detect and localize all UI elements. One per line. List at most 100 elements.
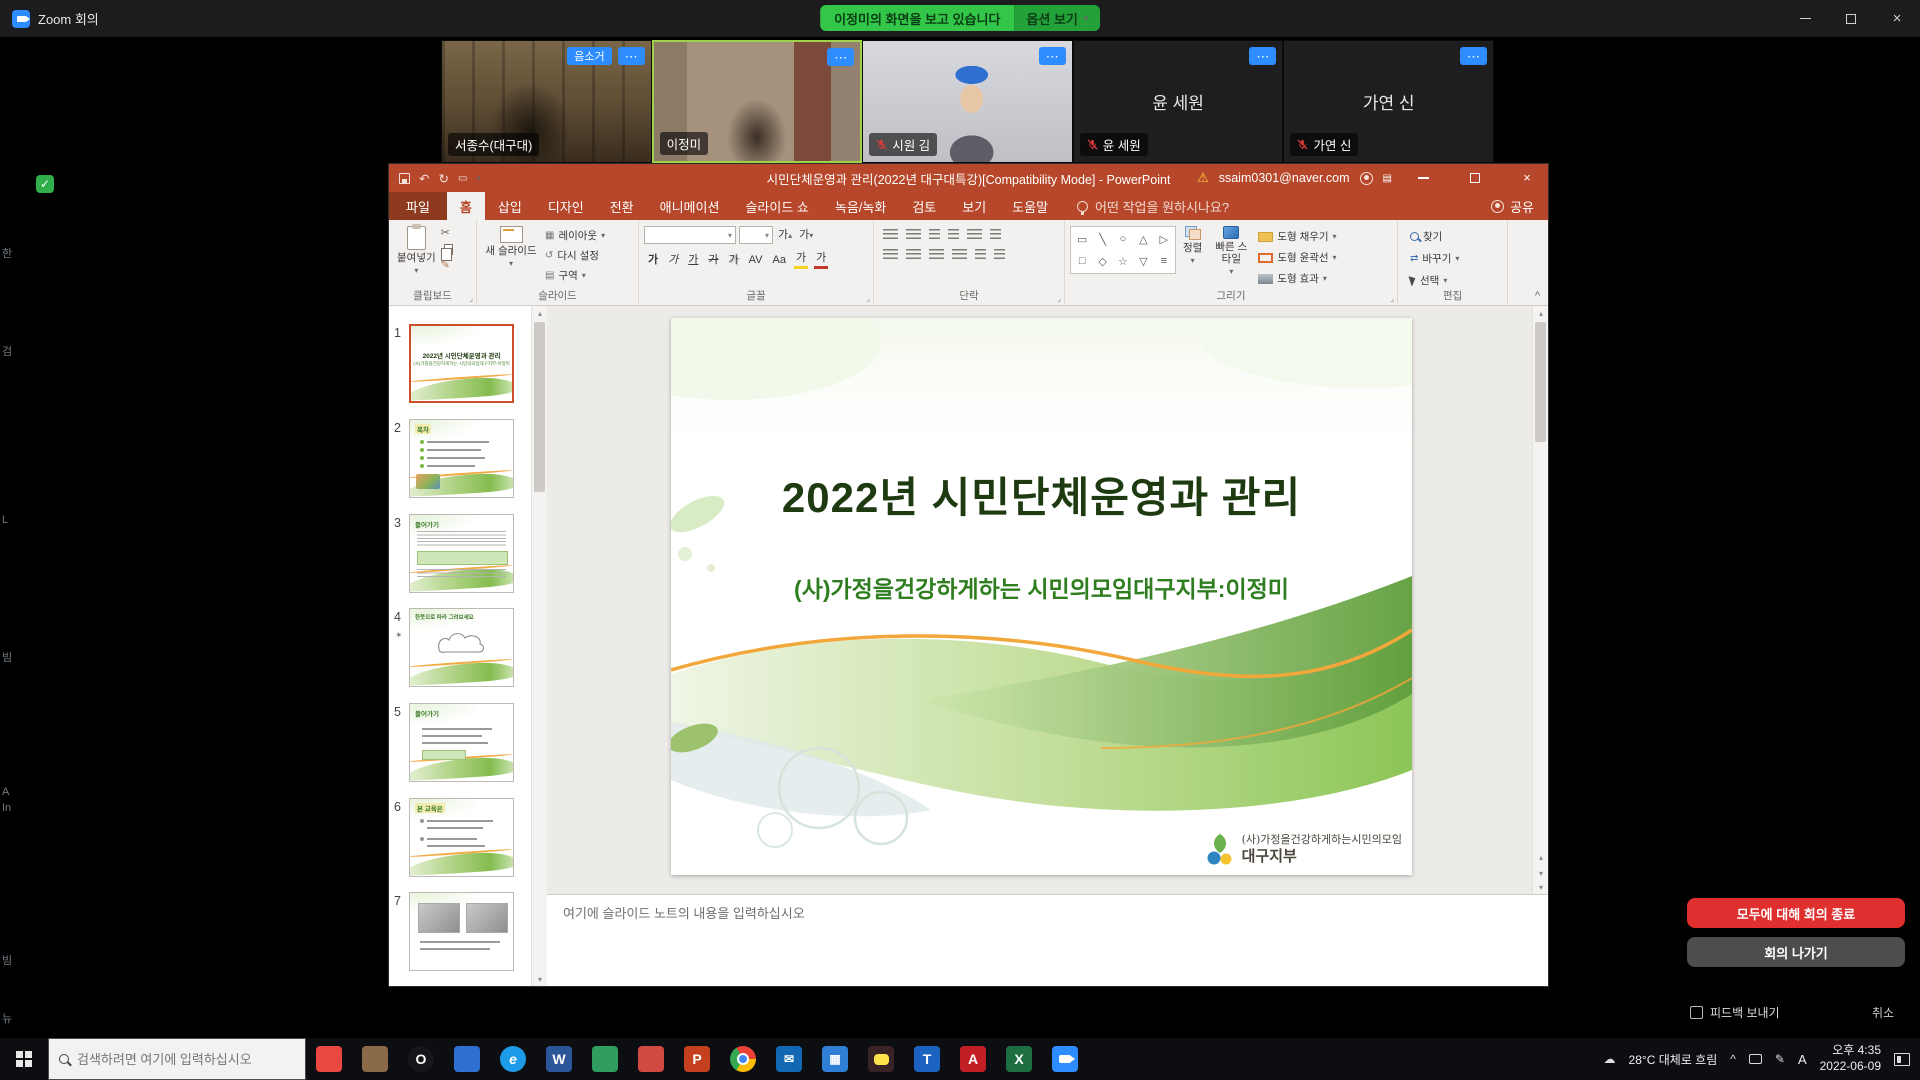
bold-button[interactable]: 가 (646, 252, 660, 268)
shape-outline-button[interactable]: 도형 윤곽선▾ (1255, 249, 1339, 266)
shape-effects-button[interactable]: 도형 효과▾ (1255, 270, 1339, 287)
acrobat-icon[interactable]: A (950, 1038, 996, 1080)
scroll-down-icon[interactable]: ▾ (1533, 880, 1549, 894)
pen-icon[interactable]: ✎ (1775, 1052, 1785, 1066)
taskbar-search[interactable] (48, 1038, 306, 1080)
line-spacing-icon[interactable] (967, 229, 982, 240)
participant-menu-button[interactable]: ⋯ (827, 48, 854, 66)
slide-4-thumbnail[interactable]: 한붓으로 따라 그려보세요 (409, 608, 514, 687)
tab-file[interactable]: 파일 (389, 192, 447, 220)
account-avatar-icon[interactable] (1360, 172, 1373, 185)
tab-animations[interactable]: 애니메이션 (647, 192, 733, 220)
view-options-button[interactable]: 옵션 보기 ▾ (1014, 5, 1099, 31)
align-center-icon[interactable] (906, 249, 921, 260)
slide-7-thumbnail[interactable] (409, 892, 514, 971)
participant-tile[interactable]: ⋯ 윤 세원 윤 세원 (1073, 40, 1284, 163)
tab-review[interactable]: 검토 (899, 192, 949, 220)
quick-styles-button[interactable]: 빠른 스타일 ▾ (1207, 223, 1255, 289)
tab-help[interactable]: 도움말 (999, 192, 1061, 220)
word-icon[interactable]: W (536, 1038, 582, 1080)
edge-icon[interactable]: e (490, 1038, 536, 1080)
slide-1-thumbnail[interactable]: 2022년 시민단체운영과 관리 (사)가정을건강하게하는 시민의모임대구지부:… (409, 324, 514, 403)
slide-5-thumbnail[interactable]: 들어가기 (409, 703, 514, 782)
format-painter-icon[interactable]: ✎ (441, 260, 453, 271)
slide-thumbnail-item[interactable]: 6 본 교육은 (389, 798, 531, 888)
chrome-icon[interactable] (720, 1038, 766, 1080)
ribbon-display-options-icon[interactable]: ▤ (1383, 173, 1392, 184)
highlight-color-button[interactable]: 가 (794, 250, 808, 269)
new-slide-button[interactable]: 새 슬라이드 ▾ (480, 223, 542, 284)
qat-customize-icon[interactable]: ▾ (476, 174, 480, 183)
tell-me-search[interactable]: 어떤 작업을 원하시나요? (1077, 192, 1229, 220)
weather-label[interactable]: 28°C 대체로 흐림 (1629, 1051, 1718, 1068)
excel-icon[interactable]: X (996, 1038, 1042, 1080)
participant-tile[interactable]: ⋯ 이정미 (652, 40, 863, 163)
show-hidden-icons[interactable]: ^ (1730, 1052, 1736, 1066)
thumbnail-panel-scrollbar[interactable]: ▴ ▾ (531, 306, 547, 986)
section-button[interactable]: ▤구역▾ (542, 267, 608, 284)
tab-design[interactable]: 디자인 (535, 192, 597, 220)
select-button[interactable]: 선택▾ (1407, 272, 1498, 289)
tab-home[interactable]: 홈 (447, 192, 485, 220)
slide-6-thumbnail[interactable]: 본 교육은 (409, 798, 514, 877)
participant-menu-button[interactable]: ⋯ (1039, 47, 1066, 65)
participant-tile[interactable]: 음소거 ⋯ 서종수(대구대) (441, 40, 652, 163)
antivirus-app-icon[interactable] (306, 1038, 352, 1080)
decrease-font-size-button[interactable]: 가▾ (797, 227, 815, 244)
start-button[interactable] (0, 1038, 48, 1080)
notes-pane[interactable]: 여기에 슬라이드 노트의 내용을 입력하십시오 (547, 894, 1548, 986)
dialog-launcher-icon[interactable]: ⌟ (469, 294, 473, 303)
cancel-button[interactable]: 취소 (1872, 1004, 1894, 1021)
opera-icon[interactable]: O (398, 1038, 444, 1080)
italic-button[interactable]: 가 (666, 252, 680, 268)
underline-button[interactable]: 가 (686, 252, 700, 268)
bullets-icon[interactable] (883, 229, 898, 240)
tab-transitions[interactable]: 전환 (597, 192, 647, 220)
share-button[interactable]: 공유 (1477, 192, 1548, 220)
scroll-up-icon[interactable]: ▴ (1533, 306, 1549, 320)
dialog-launcher-icon[interactable]: ⌟ (1390, 294, 1394, 303)
close-button[interactable]: × (1874, 0, 1920, 37)
layout-button[interactable]: ▦레이아웃▾ (542, 227, 608, 244)
font-name-combobox[interactable]: ▾ (644, 226, 736, 244)
weather-cloud-icon[interactable]: ☁ (1604, 1052, 1616, 1066)
kakaotalk-icon[interactable] (858, 1038, 904, 1080)
align-left-icon[interactable] (883, 249, 898, 260)
participant-tile[interactable]: ⋯ 가연 신 가연 신 (1283, 40, 1494, 163)
font-color-button[interactable]: 가 (814, 250, 828, 269)
slide-subtitle[interactable]: (사)가정을건강하게하는 시민의모임대구지부:이정미 (671, 570, 1412, 604)
slide-thumbnail-item[interactable]: 7 (389, 892, 531, 982)
slide-thumbnail-item[interactable]: 5 들어가기 (389, 703, 531, 793)
next-slide-icon[interactable]: ▾ (1533, 866, 1549, 880)
increase-font-size-button[interactable]: 가▴ (776, 227, 794, 244)
character-spacing-button[interactable]: AV (747, 252, 765, 268)
tab-insert[interactable]: 삽입 (485, 192, 535, 220)
tab-record[interactable]: 녹음/녹화 (822, 192, 899, 220)
feedback-checkbox[interactable] (1690, 1006, 1703, 1019)
start-slideshow-icon[interactable]: ▭ (458, 173, 467, 184)
find-button[interactable]: 찾기 (1407, 228, 1498, 245)
slide-3-thumbnail[interactable]: 들어가기 (409, 514, 514, 593)
green-app-icon[interactable] (582, 1038, 628, 1080)
leave-meeting-button[interactable]: 회의 나가기 (1687, 937, 1905, 967)
slide-thumbnail-item[interactable]: 1 2022년 시민단체운영과 관리 (사)가정을건강하게하는 시민의모임대구지… (389, 324, 531, 414)
save-icon[interactable] (399, 173, 410, 184)
strikethrough-button[interactable]: 가 (706, 252, 720, 268)
redo-icon[interactable]: ↻ (438, 171, 448, 186)
justify-icon[interactable] (952, 249, 967, 260)
blue-app-icon[interactable]: T (904, 1038, 950, 1080)
zoom-app-taskbar-icon[interactable] (1042, 1038, 1088, 1080)
shape-fill-button[interactable]: 도형 채우기▾ (1255, 228, 1339, 245)
align-right-icon[interactable] (929, 249, 944, 260)
slide-2-thumbnail[interactable]: 목차 (409, 419, 514, 498)
slide-thumbnail-item[interactable]: 3 들어가기 (389, 514, 531, 604)
tab-slideshow[interactable]: 슬라이드 쇼 (732, 192, 821, 220)
decrease-indent-icon[interactable] (929, 229, 940, 240)
cut-icon[interactable]: ✂ (441, 228, 453, 239)
replace-button[interactable]: ⇄바꾸기▾ (1407, 250, 1498, 267)
increase-indent-icon[interactable] (948, 229, 959, 240)
participant-menu-button[interactable]: ⋯ (618, 47, 645, 65)
slide-thumbnail-item[interactable]: 4 ✶ 한붓으로 따라 그려보세요 (389, 608, 531, 698)
current-slide[interactable]: 2022년 시민단체운영과 관리 (사)가정을건강하게하는 시민의모임대구지부:… (671, 318, 1412, 875)
participant-tile[interactable]: ⋯ 시원 김 (862, 40, 1073, 163)
